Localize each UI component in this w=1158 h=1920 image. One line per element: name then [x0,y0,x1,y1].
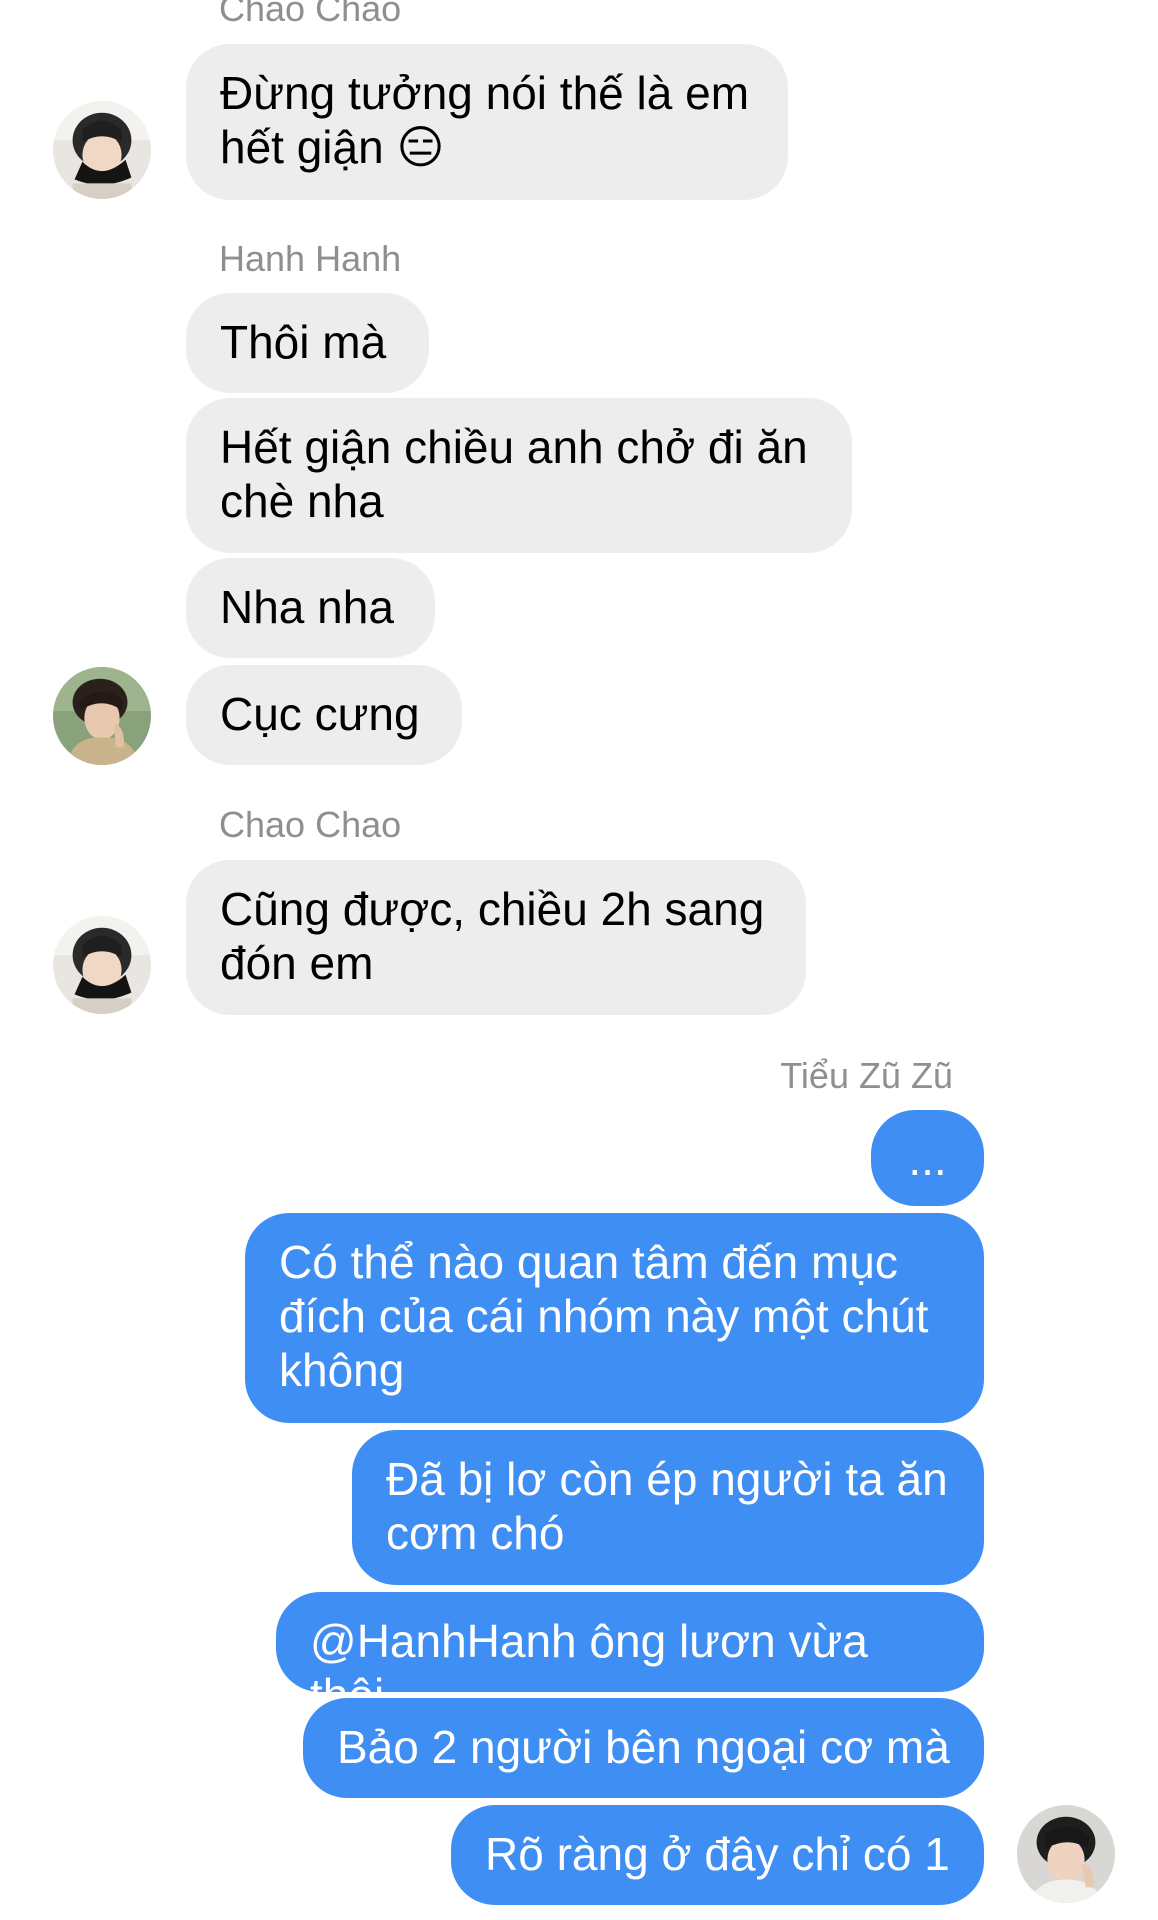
avatar-chao-chao-icon[interactable] [53,101,151,199]
message-bubble[interactable]: Nha nha [186,558,435,658]
message-bubble[interactable]: @HanhHanh ông lươn vừa thôi [276,1592,984,1721]
message-bubble[interactable]: Đừng tưởng nói thế là em hết giận 😑 [186,44,788,200]
avatar-image [1017,1805,1115,1903]
avatar-image [53,916,151,1014]
message-bubble[interactable]: Cũng được, chiều 2h sang đón em [186,860,806,1015]
message-bubble[interactable]: Có thể nào quan tâm đến mục đích của cái… [245,1213,984,1423]
sender-name-self: Tiểu Zũ Zũ [780,1055,953,1096]
avatar-self-icon[interactable] [1017,1805,1115,1903]
message-bubble[interactable]: Thôi mà [186,293,429,393]
message-bubble[interactable]: Rõ ràng ở đây chỉ có 1 [451,1805,984,1905]
message-bubble[interactable]: ... [871,1110,984,1206]
message-bubble[interactable]: Đã bị lơ còn ép người ta ăn cơm chó [352,1430,984,1585]
sender-name-chao-chao: Chao Chao [219,0,402,29]
message-bubble[interactable]: Bảo 2 người bên ngoại cơ mà [303,1698,984,1798]
message-bubble[interactable]: Hết giận chiều anh chở đi ăn chè nha [186,398,852,553]
avatar-image [53,667,151,765]
sender-name-chao-chao: Chao Chao [219,804,402,845]
sender-name-hanh-hanh: Hanh Hanh [219,238,402,279]
avatar-hanh-hanh-icon[interactable] [53,667,151,765]
avatar-image [53,101,151,199]
message-bubble[interactable]: Cục cưng [186,665,462,765]
avatar-chao-chao-icon[interactable] [53,916,151,1014]
